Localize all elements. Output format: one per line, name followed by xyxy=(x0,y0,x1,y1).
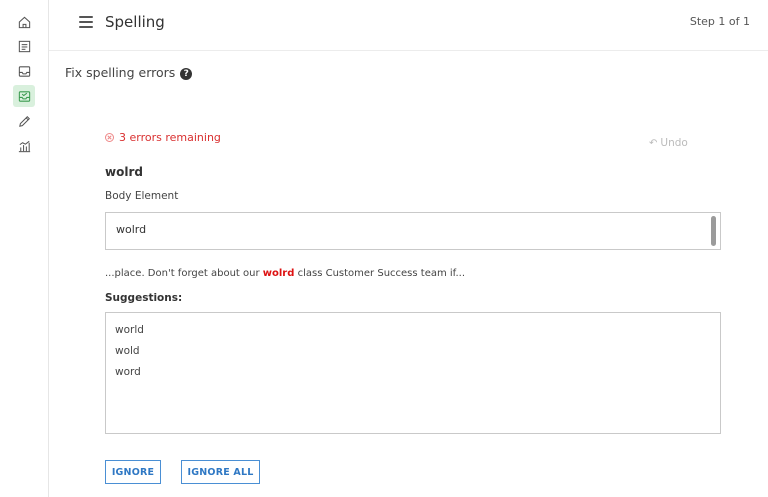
suggestion-item[interactable]: word xyxy=(115,366,141,378)
inbox-icon[interactable] xyxy=(13,60,35,82)
sidebar xyxy=(0,0,49,497)
document-icon[interactable] xyxy=(13,35,35,57)
header-title: Spelling xyxy=(105,13,165,31)
page-heading-text: Fix spelling errors xyxy=(65,65,176,80)
pencil-icon[interactable] xyxy=(13,110,35,132)
step-indicator: Step 1 of 1 xyxy=(689,15,750,28)
word-edit-field[interactable]: wolrd xyxy=(105,212,721,250)
word-edit-value[interactable]: wolrd xyxy=(116,223,146,236)
undo-button[interactable]: ↶ Undo xyxy=(649,137,688,149)
context-after: class Customer Success team if... xyxy=(294,268,466,279)
context-before: ...place. Don't forget about our xyxy=(105,268,263,279)
context-snippet: ...place. Don't forget about our wolrd c… xyxy=(105,268,465,279)
ignore-all-button[interactable]: IGNORE ALL xyxy=(181,460,260,484)
suggestion-item[interactable]: world xyxy=(115,324,144,336)
context-highlight-word: wolrd xyxy=(262,268,295,279)
suggestions-list: world wold word xyxy=(105,312,721,434)
inbox-check-icon[interactable] xyxy=(13,85,35,107)
help-icon[interactable]: ? xyxy=(180,67,193,80)
misspelled-word: wolrd xyxy=(105,165,143,179)
suggestions-label: Suggestions: xyxy=(105,292,183,304)
errors-remaining-text: 3 errors remaining xyxy=(119,131,221,144)
menu-icon[interactable] xyxy=(79,16,93,28)
error-circle-icon xyxy=(105,133,114,142)
undo-icon: ↶ xyxy=(649,137,658,149)
ignore-button[interactable]: IGNORE xyxy=(105,460,161,484)
element-label: Body Element xyxy=(105,190,179,202)
undo-label: Undo xyxy=(660,137,688,149)
page-heading: Fix spelling errors ? xyxy=(65,65,193,80)
errors-status: 3 errors remaining xyxy=(105,131,221,144)
chart-icon[interactable] xyxy=(13,135,35,157)
home-icon[interactable] xyxy=(13,11,35,33)
suggestion-item[interactable]: wold xyxy=(115,345,140,357)
scrollbar-thumb[interactable] xyxy=(711,216,716,246)
header: Spelling Step 1 of 1 xyxy=(49,0,768,51)
